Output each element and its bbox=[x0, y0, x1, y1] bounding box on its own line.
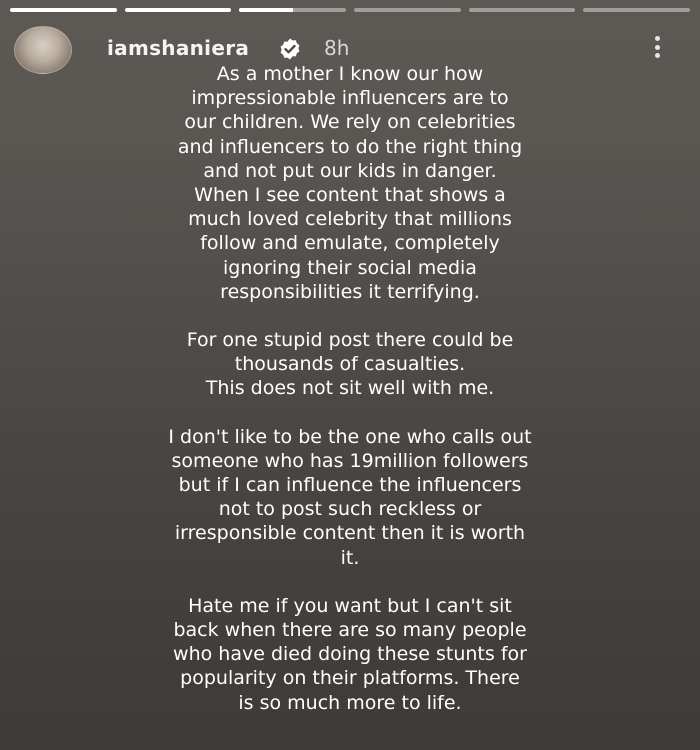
story-text-line: back when there are so many people bbox=[173, 619, 527, 642]
story-text-line: is so much more to life. bbox=[238, 691, 462, 714]
story-progress-fill bbox=[124, 8, 232, 12]
story-progress-segment bbox=[124, 8, 232, 12]
story-text-line: and influencers to do the right thing bbox=[177, 135, 523, 158]
story-text-line: and not put our kids in danger. bbox=[203, 159, 497, 182]
story-text-line: someone who has 19million followers bbox=[171, 449, 529, 472]
story-text-line: This does not sit well with me. bbox=[205, 377, 495, 400]
username[interactable]: iamshaniera bbox=[107, 36, 249, 60]
story-progress-segment bbox=[354, 8, 461, 12]
story-text: As a mother I know our how impressionable… bbox=[120, 62, 580, 739]
story-paragraph: I don't like to be the one who calls out… bbox=[120, 425, 580, 570]
verified-badge-icon bbox=[280, 38, 300, 60]
story-text-line: ignoring their social media bbox=[223, 256, 477, 279]
story-paragraph: As a mother I know our how impressionable… bbox=[120, 62, 580, 304]
story-progress-fill bbox=[10, 8, 117, 12]
story-paragraph: Hate me if you want but I can't sit back … bbox=[120, 594, 580, 715]
story-progress-fill bbox=[239, 8, 293, 12]
story-text-line: thousands of casualties. bbox=[234, 353, 466, 376]
story-text-line: For one stupid post there could be bbox=[186, 329, 514, 352]
story-text-line: popularity on their platforms. There bbox=[180, 667, 520, 690]
story-progress-segment bbox=[239, 8, 347, 12]
story-text-line: impressionable influencers are to bbox=[191, 87, 509, 110]
story-text-line: follow and emulate, completely bbox=[200, 232, 500, 255]
avatar[interactable] bbox=[14, 26, 72, 74]
story-text-line: but if I can influence the influencers bbox=[178, 474, 522, 497]
story-text-line: who have died doing these stunts for bbox=[173, 643, 527, 666]
story-paragraph: For one stupid post there could be thousa… bbox=[120, 328, 580, 401]
story-text-line: not to post such reckless or bbox=[218, 498, 482, 521]
story-text-line: I don't like to be the one who calls out bbox=[168, 425, 532, 448]
story-text-line: much loved celebrity that millions bbox=[188, 208, 512, 231]
more-options-icon[interactable] bbox=[654, 36, 660, 58]
story-text-line: responsibilities it terrifying. bbox=[220, 280, 480, 303]
timestamp: 8h bbox=[324, 36, 350, 60]
story-text-line: irresponsible content then it is worth bbox=[174, 522, 526, 545]
story-text-line: When I see content that shows a bbox=[194, 184, 506, 207]
story-text-line: Hate me if you want but I can't sit bbox=[188, 594, 512, 617]
story-text-line: As a mother I know our how bbox=[216, 63, 484, 85]
story-text-line: it. bbox=[340, 546, 360, 569]
story-progress-segment bbox=[10, 8, 117, 12]
story-progress-segment bbox=[583, 8, 691, 12]
story-text-line: our children. We rely on celebrities bbox=[184, 111, 516, 134]
story-progress-segment bbox=[468, 8, 576, 12]
story-progress-bar bbox=[10, 8, 691, 12]
